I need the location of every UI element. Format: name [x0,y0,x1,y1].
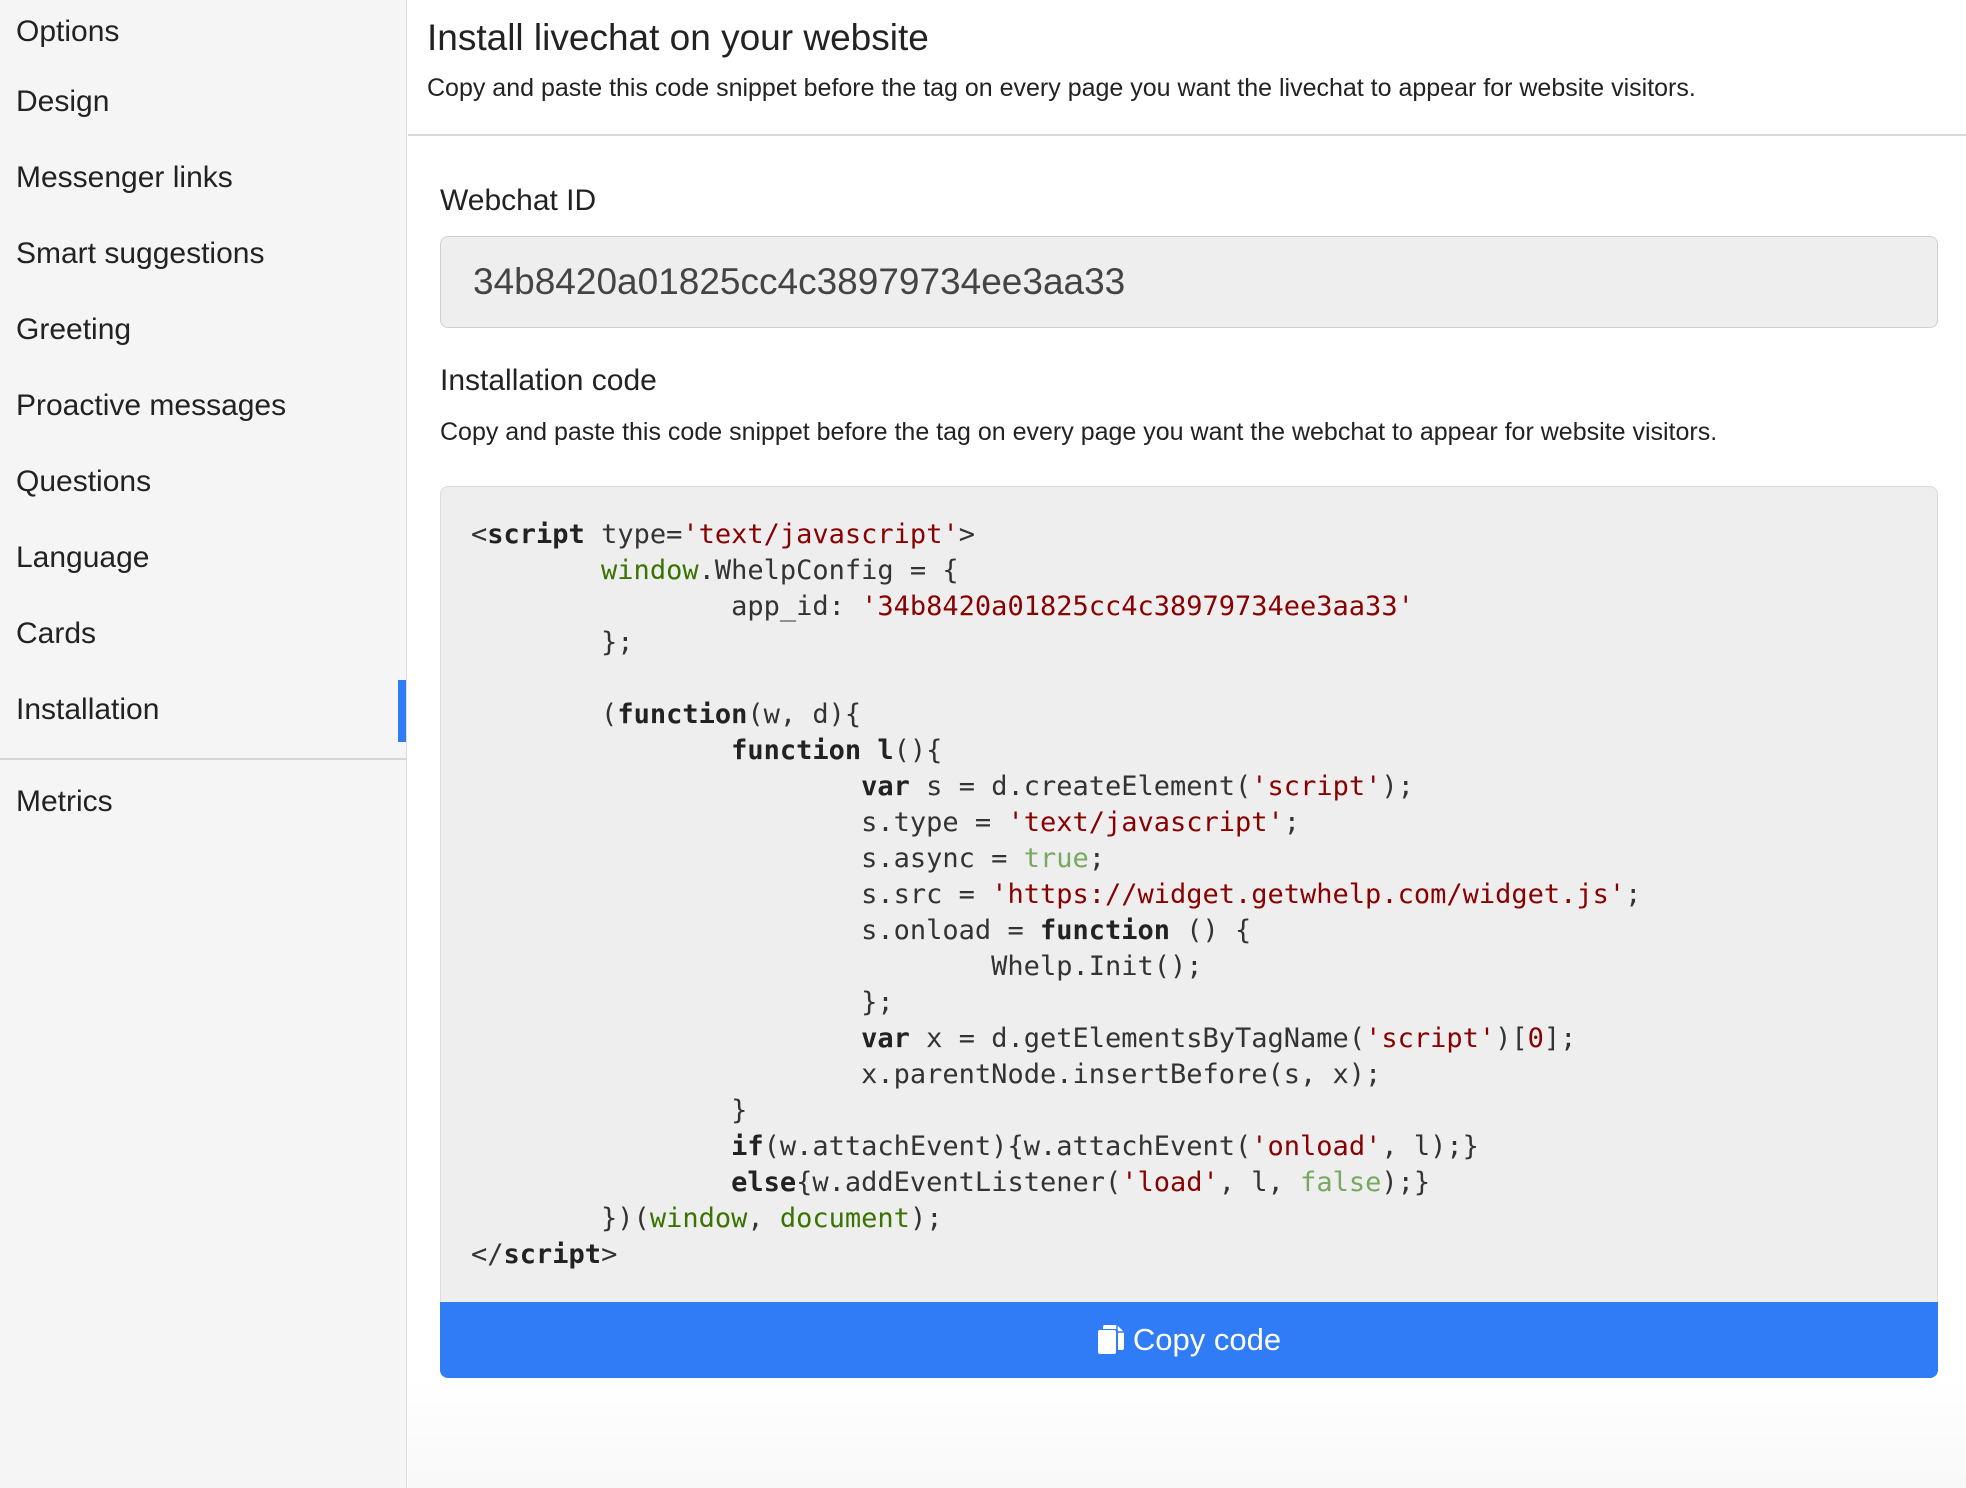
sidebar-item-proactive-messages[interactable]: Proactive messages [0,368,406,444]
webchat-id-field[interactable]: 34b8420a01825cc4c38979734ee3aa33 [440,236,1938,328]
webchat-id-label: Webchat ID [440,184,597,217]
sidebar-item-label: Language [16,541,150,574]
sidebar-item-label: Greeting [16,313,132,346]
sidebar-item-cards[interactable]: Cards [0,596,406,672]
sidebar-divider [0,758,406,760]
copy-code-label: Copy code [1132,1322,1282,1357]
page-title: Install livechat on your website [427,17,929,58]
sidebar-item-smart-suggestions[interactable]: Smart suggestions [0,216,406,292]
code-text: <script type='text/javascript'> window.W… [471,519,1642,1270]
sidebar-item-messenger-links[interactable]: Messenger links [0,140,406,216]
main-panel: Install livechat on your website Copy an… [408,0,1966,1488]
webchat-id-value: 34b8420a01825cc4c38979734ee3aa33 [473,261,1126,302]
sidebar-item-label: Design [16,85,110,118]
page-subtitle: Copy and paste this code snippet before … [427,74,1696,102]
code-snippet[interactable]: <script type='text/javascript'> window.W… [440,486,1938,1302]
sidebar-item-label: Questions [16,465,152,498]
page-header: Install livechat on your website Copy an… [408,0,1966,136]
sidebar-item-label: Smart suggestions [16,237,265,270]
copy-code-button[interactable]: Copy code [440,1302,1938,1378]
copy-icon [1097,1324,1125,1356]
sidebar-item-options[interactable]: Options [0,0,406,64]
sidebar-item-label: Options [16,15,120,48]
sidebar-item-installation[interactable]: Installation [0,672,406,748]
sidebar-item-label: Messenger links [16,161,233,194]
sidebar-item-label: Installation [16,693,160,726]
sidebar-item-label: Cards [16,617,97,650]
sidebar-item-questions[interactable]: Questions [0,444,406,520]
sidebar-item-design[interactable]: Design [0,64,406,140]
installation-code-description: Copy and paste this code snippet before … [440,418,1718,446]
sidebar-item-greeting[interactable]: Greeting [0,292,406,368]
sidebar-item-language[interactable]: Language [0,520,406,596]
sidebar-item-label: Proactive messages [16,389,287,422]
installation-content: Webchat ID 34b8420a01825cc4c38979734ee3a… [408,182,1966,1378]
sidebar: Options Design Messenger links Smart sug… [0,0,407,1488]
sidebar-item-label: Metrics [16,785,113,818]
installation-code-label: Installation code [440,364,657,397]
sidebar-item-metrics[interactable]: Metrics [0,764,406,840]
